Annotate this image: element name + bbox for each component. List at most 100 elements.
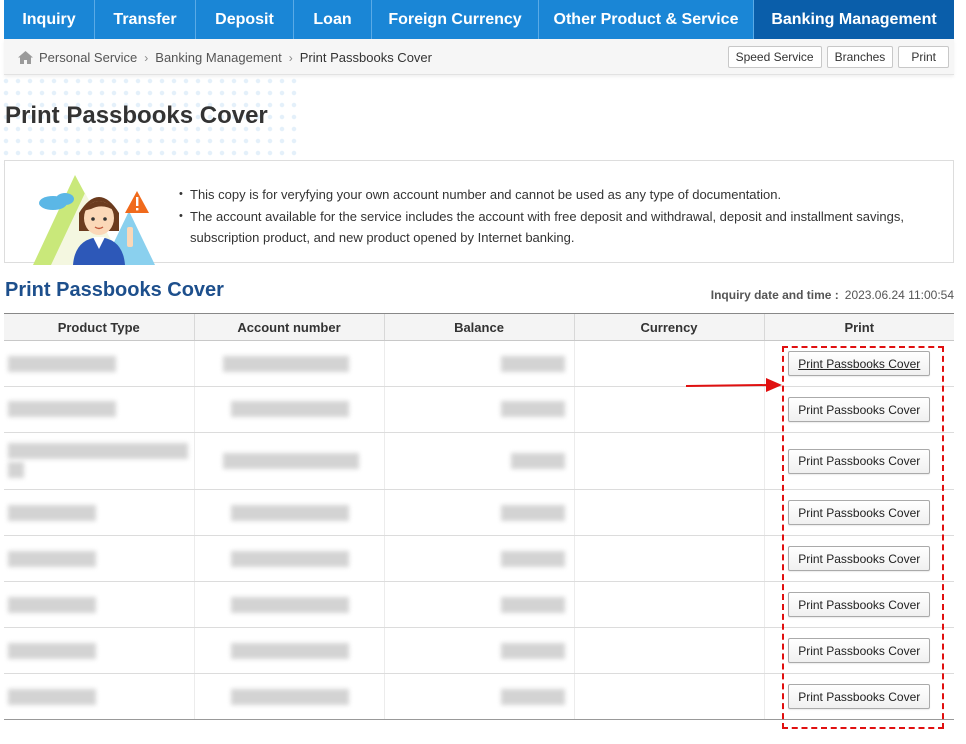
product-type-cell: [4, 340, 194, 387]
redacted-text: [222, 356, 349, 372]
balance-cell: [383, 386, 574, 433]
print-passbook-cover-button[interactable]: Print Passbooks Cover: [788, 592, 931, 617]
table-row: Print Passbooks Cover: [4, 386, 954, 433]
branches-button[interactable]: Branches: [826, 46, 894, 68]
breadcrumb-personal-service[interactable]: Personal Service: [39, 50, 137, 65]
currency-cell: [573, 489, 764, 536]
redacted-text: [230, 689, 349, 705]
redacted-text: [500, 597, 565, 613]
redacted-text: [230, 401, 349, 417]
chevron-right-icon: ›: [288, 50, 293, 65]
redacted-text: [8, 505, 96, 521]
table-row: Print Passbooks Cover: [4, 673, 954, 720]
balance-cell: [383, 432, 574, 490]
table-row: Print Passbooks Cover: [4, 432, 954, 490]
redacted-text: [8, 551, 96, 567]
print-cell: Print Passbooks Cover: [763, 535, 954, 582]
redacted-text: [500, 689, 565, 705]
print-passbook-cover-button[interactable]: Print Passbooks Cover: [788, 546, 931, 571]
product-type-cell: [4, 627, 194, 674]
breadcrumb: Personal Service › Banking Management › …: [18, 50, 432, 65]
table-row: Print Passbooks Cover: [4, 581, 954, 628]
redacted-text: [230, 597, 349, 613]
print-passbook-cover-button[interactable]: Print Passbooks Cover: [788, 638, 931, 663]
account-number-cell: [193, 673, 384, 720]
currency-cell: [573, 627, 764, 674]
account-number-cell: [193, 627, 384, 674]
redacted-text: [8, 597, 96, 613]
account-number-cell: [193, 386, 384, 433]
home-icon[interactable]: [18, 51, 33, 64]
print-cell: Print Passbooks Cover: [763, 432, 954, 490]
redacted-text: [500, 505, 565, 521]
account-number-cell: [193, 432, 384, 490]
top-navigation: Inquiry Transfer Deposit Loan Foreign Cu…: [4, 0, 954, 39]
product-type-cell: [4, 386, 194, 433]
page-title: Print Passbooks Cover: [5, 102, 268, 129]
nav-deposit[interactable]: Deposit: [196, 0, 294, 39]
breadcrumb-banking-management[interactable]: Banking Management: [155, 50, 281, 65]
currency-cell: [573, 581, 764, 628]
account-number-cell: [193, 340, 384, 387]
balance-cell: [383, 673, 574, 720]
balance-cell: [383, 489, 574, 536]
redacted-text: [8, 462, 24, 478]
notice-list: This copy is for veryfying your own acco…: [179, 184, 939, 249]
print-passbook-cover-button[interactable]: Print Passbooks Cover: [788, 448, 931, 474]
redacted-text: [500, 401, 565, 417]
balance-cell: [383, 581, 574, 628]
nav-other-product-service[interactable]: Other Product & Service: [539, 0, 754, 39]
redacted-text: [222, 453, 359, 469]
print-cell: Print Passbooks Cover: [763, 340, 954, 387]
redacted-text: [500, 551, 565, 567]
breadcrumb-current: Print Passbooks Cover: [299, 50, 432, 65]
inquiry-value: 2023.06.24 11:00:54: [844, 288, 954, 302]
redacted-text: [500, 643, 565, 659]
redacted-text: [230, 643, 349, 659]
product-type-cell: [4, 581, 194, 628]
redacted-text: [8, 401, 116, 417]
currency-cell: [573, 535, 764, 582]
nav-inquiry[interactable]: Inquiry: [4, 0, 95, 39]
balance-cell: [383, 340, 574, 387]
section-title: Print Passbooks Cover: [5, 279, 224, 301]
accounts-table: Product Type Account number Balance Curr…: [4, 313, 954, 720]
print-cell: Print Passbooks Cover: [763, 386, 954, 433]
quick-buttons: Speed Service Branches Print: [727, 46, 949, 68]
print-passbook-cover-button[interactable]: Print Passbooks Cover: [788, 500, 931, 525]
nav-loan[interactable]: Loan: [294, 0, 372, 39]
currency-cell: [573, 386, 764, 433]
speed-service-button[interactable]: Speed Service: [727, 46, 822, 68]
chevron-right-icon: ›: [144, 50, 149, 65]
table-row: Print Passbooks Cover: [4, 627, 954, 674]
table-row: Print Passbooks Cover: [4, 489, 954, 536]
redacted-text: [230, 551, 349, 567]
notice-box: This copy is for veryfying your own acco…: [4, 160, 954, 265]
print-passbook-cover-button[interactable]: Print Passbooks Cover: [788, 684, 931, 709]
nav-transfer[interactable]: Transfer: [95, 0, 196, 39]
redacted-text: [8, 356, 116, 372]
print-cell: Print Passbooks Cover: [763, 673, 954, 720]
redacted-text: [8, 689, 96, 705]
redacted-text: [510, 453, 565, 469]
column-header-balance: Balance: [383, 313, 574, 341]
redacted-text: [8, 443, 188, 459]
nav-foreign-currency[interactable]: Foreign Currency: [372, 0, 539, 39]
redacted-text: [8, 643, 96, 659]
print-passbook-cover-button[interactable]: Print Passbooks Cover: [788, 397, 931, 422]
product-type-cell: [4, 489, 194, 536]
breadcrumb-bar: Personal Service › Banking Management › …: [4, 39, 954, 75]
inquiry-label: Inquiry date and time :: [710, 288, 839, 302]
table-row: Print Passbooks Cover: [4, 340, 954, 387]
print-page-button[interactable]: Print: [898, 46, 949, 68]
balance-cell: [383, 627, 574, 674]
nav-banking-management[interactable]: Banking Management: [754, 0, 954, 39]
print-passbook-cover-button[interactable]: Print Passbooks Cover: [788, 351, 931, 376]
redacted-text: [230, 505, 349, 521]
inquiry-datetime: Inquiry date and time : 2023.06.24 11:00:…: [711, 288, 954, 302]
currency-cell: [573, 340, 764, 387]
notice-item: The account available for the service in…: [179, 206, 939, 249]
currency-cell: [573, 673, 764, 720]
product-type-cell: [4, 535, 194, 582]
redacted-text: [500, 356, 565, 372]
